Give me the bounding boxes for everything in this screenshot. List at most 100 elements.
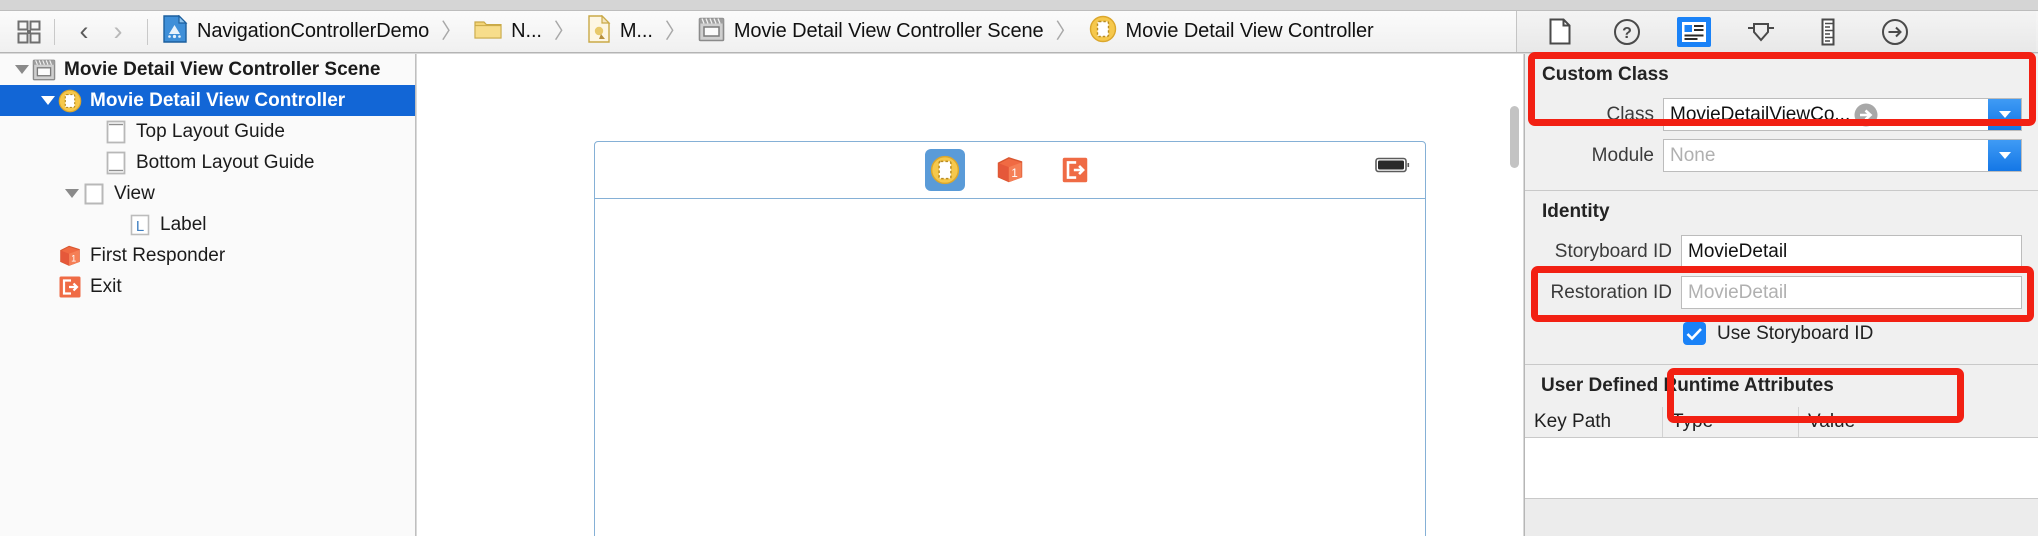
class-combobox[interactable]: MovieDetailViewCo...: [1663, 98, 2022, 131]
chevron-down-icon-class: [1998, 111, 2011, 118]
outline-row-first-responder[interactable]: 1 First Responder: [0, 240, 415, 271]
use-storyboard-id-label: Use Storyboard ID: [1717, 322, 1874, 344]
label-icon: L: [128, 213, 152, 237]
outline-row-view[interactable]: View: [0, 178, 415, 209]
restoration-id-input[interactable]: MovieDetail: [1681, 276, 2022, 309]
interface-builder-canvas[interactable]: 1 Label: [417, 54, 1523, 536]
first-responder-cube-icon: 1: [58, 244, 82, 268]
custom-class-section: Custom Class Class MovieDetailViewCo...: [1525, 54, 2038, 191]
class-dropdown-button[interactable]: [1988, 99, 2021, 130]
restoration-id-value: MovieDetail: [1688, 281, 1788, 303]
quick-help-tab[interactable]: ?: [1610, 17, 1644, 47]
restoration-id-row: Restoration ID MovieDetail: [1541, 274, 2022, 311]
breadcrumb-item-group[interactable]: N...: [472, 18, 544, 45]
chevron-right-icon-1: 〉: [441, 20, 463, 43]
udra-column-value[interactable]: Value: [1799, 407, 2038, 437]
xcode-window: ‹ › NavigationControllerDemo 〉 N... 〉 M.…: [0, 0, 2038, 536]
forward-button[interactable]: ›: [101, 18, 135, 46]
udra-table-body[interactable]: [1525, 438, 2038, 498]
udra-title: User Defined Runtime Attributes: [1541, 375, 1834, 396]
first-responder-dock-icon[interactable]: 1: [990, 149, 1030, 191]
inspector-tab-strip: ?: [1516, 11, 2036, 52]
svg-text:1: 1: [71, 253, 76, 263]
scene-clapboard-icon: [698, 17, 725, 47]
scene-clapboard-icon: [32, 58, 56, 82]
storyboard-id-input[interactable]: MovieDetail: [1681, 235, 2022, 268]
window-chrome-strip: [0, 0, 2038, 10]
view-controller-scene[interactable]: 1 Label: [594, 141, 1426, 536]
breadcrumb-item-project[interactable]: NavigationControllerDemo: [160, 15, 431, 48]
breadcrumb-item-file[interactable]: M...: [585, 15, 655, 48]
document-icon: [587, 15, 611, 48]
svg-text:?: ?: [1622, 25, 1632, 42]
view-controller-dock-icon[interactable]: [925, 149, 965, 191]
custom-class-title: Custom Class: [1542, 64, 1669, 85]
use-storyboard-id-checkbox[interactable]: [1683, 322, 1706, 345]
attributes-inspector-tab[interactable]: [1744, 17, 1778, 47]
jump-to-definition-icon[interactable]: [1853, 102, 1879, 128]
outline-row-label[interactable]: L Label: [0, 209, 415, 240]
view-icon: [82, 182, 106, 206]
disclosure-triangle-scene[interactable]: [12, 60, 32, 80]
breadcrumb-item-view-controller[interactable]: Movie Detail View Controller: [1087, 15, 1376, 48]
breadcrumb-label-group: N...: [511, 20, 542, 42]
exit-icon: [58, 275, 82, 299]
breadcrumb-label-project: NavigationControllerDemo: [197, 20, 430, 42]
outline-label-bottom-layout-guide: Bottom Layout Guide: [136, 151, 315, 173]
storyboard-id-row: Storyboard ID MovieDetail: [1541, 233, 2022, 270]
toolbar-divider-1: [54, 18, 55, 45]
size-inspector-tab[interactable]: [1811, 17, 1845, 47]
breadcrumb-label-file: M...: [619, 20, 653, 42]
folder-icon: [474, 18, 502, 45]
disclosure-triangle-view[interactable]: [62, 184, 82, 204]
outline-label-view-controller: Movie Detail View Controller: [90, 89, 346, 111]
outline-row-bottom-layout-guide[interactable]: Bottom Layout Guide: [0, 147, 415, 178]
outline-label-label: Label: [160, 213, 207, 235]
inspector-scrollbar-thumb[interactable]: [1510, 106, 1519, 168]
svg-text:L: L: [136, 218, 144, 235]
breadcrumb: NavigationControllerDemo 〉 N... 〉 M... 〉…: [160, 15, 1516, 48]
grid-icon[interactable]: [16, 19, 42, 45]
udra-column-key-path[interactable]: Key Path: [1525, 407, 1663, 437]
udra-column-type[interactable]: Type: [1663, 407, 1799, 437]
exit-dock-icon[interactable]: [1055, 149, 1095, 191]
back-button[interactable]: ‹: [67, 18, 101, 46]
svg-text:1: 1: [1011, 168, 1017, 180]
identity-title: Identity: [1542, 201, 1610, 222]
module-row: Module None: [1541, 137, 2022, 174]
identity-inspector[interactable]: Custom Class Class MovieDetailViewCo...: [1524, 54, 2038, 536]
outline-row-scene[interactable]: Movie Detail View Controller Scene: [0, 54, 415, 85]
outline-row-view-controller[interactable]: Movie Detail View Controller: [0, 85, 415, 116]
breadcrumb-label-view-controller: Movie Detail View Controller: [1125, 20, 1374, 42]
breadcrumb-item-scene[interactable]: Movie Detail View Controller Scene: [696, 17, 1046, 47]
class-value: MovieDetailViewCo...: [1670, 103, 1851, 125]
outline-label-exit: Exit: [90, 275, 122, 297]
outline-label-view: View: [114, 182, 155, 204]
chevron-down-icon-module: [1998, 152, 2011, 159]
scene-dock: 1: [595, 142, 1425, 199]
chevron-right-icon-4: 〉: [1055, 20, 1077, 43]
view-controller-icon: [1089, 15, 1117, 48]
toolbar-divider-2: [147, 18, 148, 45]
outline-row-exit[interactable]: Exit: [0, 271, 415, 302]
identity-inspector-tab[interactable]: [1677, 16, 1711, 47]
outline-label-top-layout-guide: Top Layout Guide: [136, 120, 285, 142]
disclosure-triangle-view-controller[interactable]: [38, 91, 58, 111]
top-layout-guide-icon: [104, 120, 128, 144]
file-inspector-tab[interactable]: [1543, 17, 1577, 47]
outline-row-top-layout-guide[interactable]: Top Layout Guide: [0, 116, 415, 147]
identity-section: Identity Storyboard ID MovieDetail Resto…: [1525, 191, 2038, 365]
document-outline[interactable]: Movie Detail View Controller Scene Movie…: [0, 54, 416, 536]
storyboard-id-value: MovieDetail: [1688, 240, 1788, 262]
module-label: Module: [1591, 144, 1654, 166]
class-row: Class MovieDetailViewCo...: [1541, 96, 2022, 133]
module-dropdown-button[interactable]: [1988, 140, 2021, 171]
toolbar: ‹ › NavigationControllerDemo 〉 N... 〉 M.…: [0, 10, 2038, 53]
chevron-right-icon-2: 〉: [553, 20, 575, 43]
bottom-layout-guide-icon: [104, 151, 128, 175]
connections-inspector-tab[interactable]: [1878, 17, 1912, 47]
restoration-id-label: Restoration ID: [1550, 281, 1672, 303]
use-storyboard-id-row[interactable]: Use Storyboard ID: [1541, 315, 2022, 352]
jump-bar: ‹ › NavigationControllerDemo 〉 N... 〉 M.…: [0, 11, 1516, 52]
module-combobox[interactable]: None: [1663, 139, 2022, 172]
